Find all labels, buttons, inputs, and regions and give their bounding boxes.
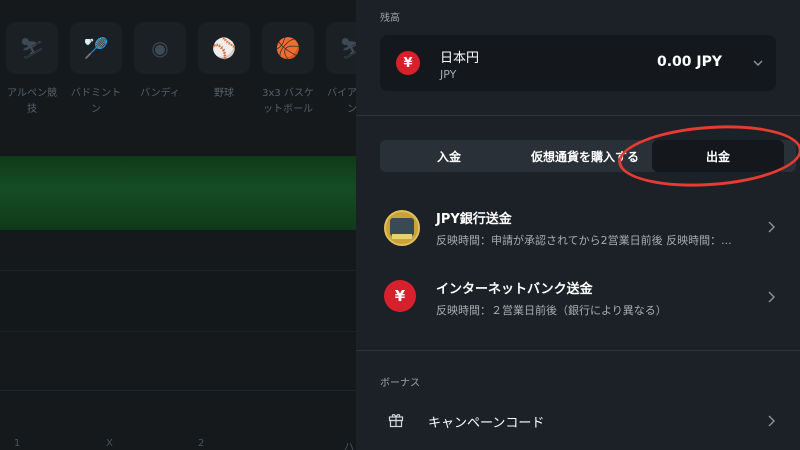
odds-header: X — [106, 438, 113, 449]
sport-label: バドミントン — [70, 88, 122, 115]
sport-label: バイアスロン — [327, 88, 356, 115]
chevron-right-icon — [768, 221, 775, 233]
sport-bandy[interactable]: ◉ バンディ — [130, 22, 190, 102]
sport-label: 3x3 バスケットボール — [262, 88, 314, 115]
promo-banner[interactable] — [0, 156, 356, 230]
event-row[interactable] — [0, 270, 356, 332]
wallet-drawer: 残高 ¥ 日本円 JPY 0.00 JPY 入金 仮想通貨を購入する 出金 JP… — [356, 0, 800, 450]
yen-icon: ¥ — [396, 51, 420, 75]
tab-buy-crypto[interactable]: 仮想通貨を購入する — [518, 140, 652, 172]
gift-icon — [388, 414, 404, 428]
divider — [356, 115, 800, 116]
skier-icon: ⛷ — [6, 22, 58, 74]
bank-transfer-icon — [384, 210, 420, 246]
balance-amount: 0.00 JPY — [656, 54, 722, 70]
method-title: JPY銀行送金 — [436, 212, 512, 227]
sport-basketball[interactable]: 🏀 3x3 バスケットボール — [258, 22, 318, 118]
sport-badminton[interactable]: 🏸 バドミントン — [66, 22, 126, 118]
sport-baseball[interactable]: ⚾ 野球 — [194, 22, 254, 102]
tab-deposit[interactable]: 入金 — [380, 140, 518, 172]
odds-header: 1 — [14, 438, 21, 449]
sport-alpine[interactable]: ⛷ アルペン競技 — [2, 22, 62, 118]
sports-category-row: ⛷ アルペン競技 🏸 バドミントン ◉ バンディ ⚾ 野球 🏀 3x3 バスケッ… — [0, 22, 356, 122]
baseball-icon: ⚾ — [198, 22, 250, 74]
balance-label: 残高 — [380, 13, 400, 24]
method-subtitle: 反映時間：２営業日前後（銀行により異なる） — [436, 304, 667, 317]
chevron-right-icon — [768, 415, 775, 427]
wallet-tabs: 入金 仮想通貨を購入する 出金 — [380, 140, 796, 172]
basketball-icon: 🏀 — [262, 22, 314, 74]
promo-code-label: キャンペーンコード — [428, 416, 545, 431]
divider — [356, 350, 800, 351]
currency-name: 日本円 — [440, 51, 480, 66]
odds-header: ハ — [344, 442, 354, 450]
sport-label: 野球 — [214, 88, 234, 99]
badminton-icon: 🏸 — [70, 22, 122, 74]
promo-code-row[interactable]: キャンペーンコード — [356, 404, 800, 438]
sport-label: アルペン競技 — [7, 88, 57, 115]
odds-header: 2 — [198, 438, 205, 449]
tab-withdraw[interactable]: 出金 — [652, 140, 784, 172]
background-overlay[interactable]: ⛷ アルペン競技 🏸 バドミントン ◉ バンディ ⚾ 野球 🏀 3x3 バスケッ… — [0, 0, 356, 450]
yen-icon: ¥ — [384, 280, 416, 312]
biathlon-icon: ⛷ — [326, 22, 356, 74]
sport-biathlon[interactable]: ⛷ バイアスロン — [322, 22, 356, 118]
bonus-label: ボーナス — [380, 378, 420, 389]
method-subtitle: 反映時間：申請が承認されてから2営業日前後 反映時間：... — [436, 234, 732, 247]
method-title: インターネットバンク送金 — [436, 282, 593, 297]
currency-code: JPY — [440, 68, 457, 81]
bandy-icon: ◉ — [134, 22, 186, 74]
method-jpy-bank-transfer[interactable]: JPY銀行送金 反映時間：申請が承認されてから2営業日前後 反映時間：... — [356, 202, 800, 258]
method-internet-bank[interactable]: ¥ インターネットバンク送金 反映時間：２営業日前後（銀行により異なる） — [356, 272, 800, 328]
sport-label: バンディ — [140, 88, 180, 99]
currency-selector[interactable]: ¥ 日本円 JPY 0.00 JPY — [380, 35, 776, 91]
divider — [0, 390, 356, 391]
chevron-down-icon — [753, 60, 763, 66]
chevron-right-icon — [768, 291, 775, 303]
